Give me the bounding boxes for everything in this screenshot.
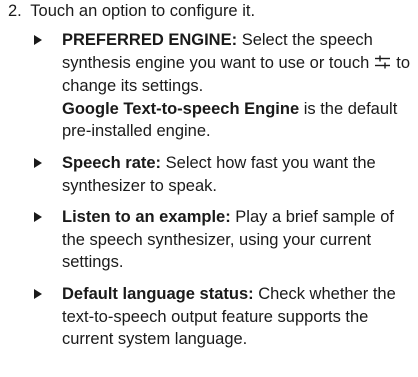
bullet-arrow-icon <box>34 157 42 168</box>
option-preferred-engine: PREFERRED ENGINE: Select the speech synt… <box>32 29 416 143</box>
bullet-arrow-icon <box>34 288 42 299</box>
option-default-language-status: Default language status: Check whether t… <box>32 283 416 351</box>
option-list: PREFERRED ENGINE: Select the speech synt… <box>32 29 416 360</box>
settings-sliders-icon <box>374 53 391 76</box>
engine-name: Google Text-to-speech Engine <box>62 99 300 118</box>
option-term: Speech rate: <box>62 153 162 172</box>
step-text: Touch an option to configure it. <box>30 2 256 20</box>
bullet-arrow-icon <box>34 35 42 45</box>
step-number: 2. <box>8 2 22 20</box>
manual-page: 2. Touch an option to configure it. PREF… <box>0 0 418 377</box>
option-term: Default language status: <box>62 284 254 303</box>
option-term: Listen to an example: <box>62 208 231 227</box>
option-term: PREFERRED ENGINE: <box>62 31 238 49</box>
option-listen-example: Listen to an example: Play a brief sampl… <box>32 206 416 274</box>
step-2: 2. Touch an option to configure it. <box>8 0 255 22</box>
bullet-arrow-icon <box>34 212 42 223</box>
option-speech-rate: Speech rate: Select how fast you want th… <box>32 152 416 197</box>
